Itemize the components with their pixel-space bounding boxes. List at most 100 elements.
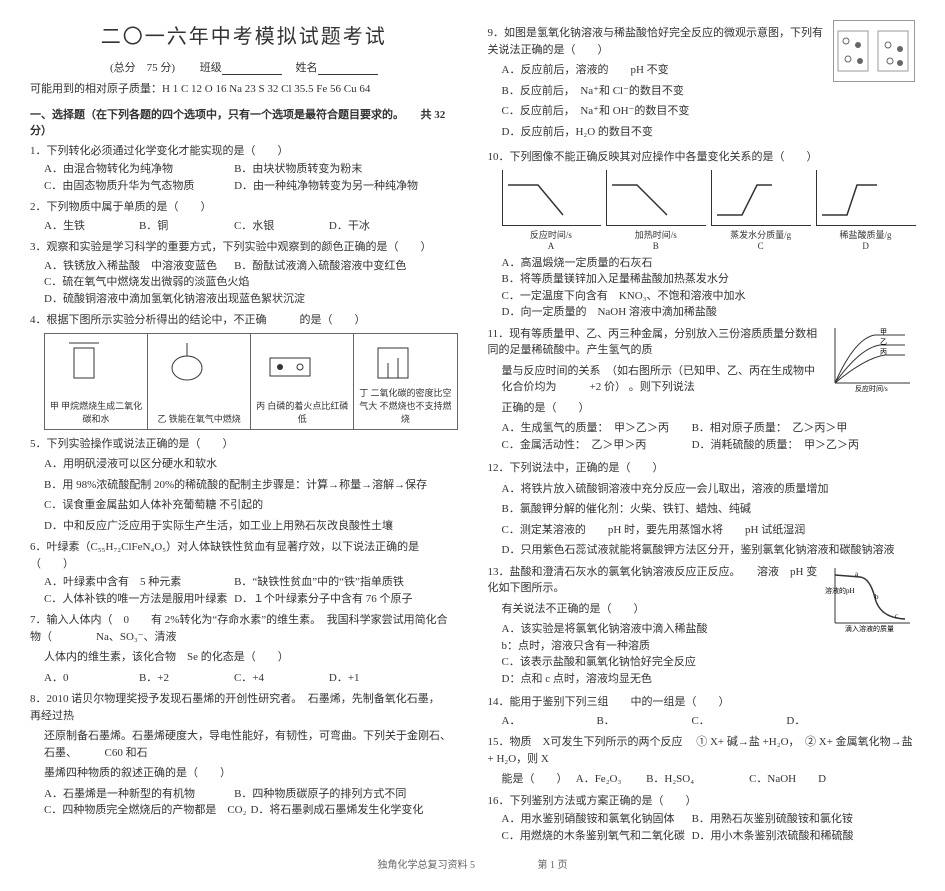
q6-B: B．“缺铁性贫血”中的“铁”指单质铁	[234, 574, 420, 591]
q3-B: B．酚酞试液滴入硫酸溶液中变红色	[234, 258, 420, 275]
q7-B: B．+2	[139, 670, 230, 687]
q10-capD: D	[816, 241, 915, 251]
q10-labC: 蒸发水分质量/g	[711, 228, 810, 241]
svg-text:c: c	[895, 612, 898, 620]
q4-cell-2: 丙 白磷的着火点比红磷低	[251, 334, 354, 429]
q9-B: B．反应前后， Na⁺和 Cl⁻的数目不变	[502, 83, 916, 100]
q16-stem: 16．下列鉴别方法或方案正确的是（ ）	[488, 793, 916, 810]
q10-gD: 稀盐酸质量/g D	[816, 170, 915, 251]
q6-D: D．１个叶绿素分子中含有 76 个原子	[234, 591, 420, 608]
q11-A: A．生成氢气的质量： 甲＞乙＞丙	[502, 420, 688, 437]
q1-D: D．由一种纯净物转变为另一种纯净物	[234, 178, 420, 195]
candle-icon	[358, 338, 452, 386]
q8-line3: 墨烯四种物质的叙述正确的是（ ）	[44, 765, 458, 782]
flask-icon	[152, 338, 246, 386]
graph-B-icon	[606, 170, 706, 226]
q4-cap-2: 丙 白磷的着火点比红磷低	[255, 399, 349, 425]
ph-curve-icon: a b c 溶液的pH 滴入溶液的质量	[825, 563, 915, 633]
graph-D-icon	[816, 170, 916, 226]
q2-C: C．水银	[234, 218, 325, 235]
q4-cell-0: 甲 甲烷燃烧生成二氧化碳和水	[45, 334, 148, 429]
q9-D: D．反应前后，H₂O 的数目不变	[502, 124, 916, 141]
q12-A: A．将铁片放入硫酸铜溶液中充分反应一会儿取出，溶液的质量增加	[502, 481, 916, 498]
q2-B: B．铜	[139, 218, 230, 235]
q10-gB: 加热时间/s B	[606, 170, 705, 251]
q10-labD: 稀盐酸质量/g	[816, 228, 915, 241]
q7-line2: 人体内的维生素，该化合物 Se 的化态是（ ）	[44, 649, 458, 666]
atom-masses: 可能用到的相对原子质量：H 1 C 12 O 16 Na 23 S 32 Cl …	[30, 81, 458, 98]
q11-graph: 甲 乙 丙 反应时间/s	[825, 323, 915, 393]
q10-labA: 反应时间/s	[502, 228, 601, 241]
q16-C: C．用燃烧的木条鉴别氧气和二氧化碳	[502, 828, 688, 845]
right-column: 9．如图是氢氧化钠溶液与稀盐酸恰好完全反应的微观示意图，下列有关说法正确的是（ …	[488, 20, 916, 846]
q15-A: A．Fe₂O₃	[576, 773, 622, 785]
section-1-head: 一、选择题（在下列各题的四个选项中，只有一个选项是最符合题目要求的。 共 32 …	[30, 106, 458, 138]
page-footer: 独角化学总复习资料 5 第 1 页	[30, 856, 915, 871]
q11-B: B．相对原子质量： 乙＞丙＞甲	[692, 420, 878, 437]
q7-A: A．0	[44, 670, 135, 687]
q14-B: B．	[596, 713, 687, 730]
q1-A: A．由混合物转化为纯净物	[44, 161, 230, 178]
q5-B: B．用 98%浓硫酸配制 20%的稀硫酸的配制主步骤是：计算→称量→溶解→保存	[44, 477, 458, 494]
q8-D: D．将石墨剥成石墨烯发生化学变化	[250, 802, 436, 819]
q15-stem-text: 15．物质 X可发生下列所示的两个反应	[488, 736, 683, 748]
q10-gC: 蒸发水分质量/g C	[711, 170, 810, 251]
svg-text:滴入溶液的质量: 滴入溶液的质量	[845, 624, 894, 633]
q10-graphs: 反应时间/s A 加热时间/s B 蒸发水分质量/g C 稀盐酸质量/g D	[502, 170, 916, 251]
q3-D: D．硫酸铜溶液中滴加氢氧化钠溶液出现蓝色絮状沉淀	[44, 291, 305, 308]
q13-graph: a b c 溶液的pH 滴入溶液的质量	[825, 563, 915, 633]
q4-cell-1: 乙 铁能在氧气中燃烧	[148, 334, 251, 429]
q5-A: A．用明矾浸液可以区分硬水和软水	[44, 456, 458, 473]
curve-icon: 甲 乙 丙 反应时间/s	[825, 323, 915, 393]
q12-D: D．只用紫色石蕊试液就能将氯酸钾方法区分开，鉴别氯氧化钠溶液和碳酸钠溶液	[502, 542, 916, 559]
q4-stem: 4．根据下图所示实验分析得出的结论中，不正确 的是（ ）	[30, 312, 458, 329]
beaker-icon	[49, 338, 143, 386]
q2-stem: 2．下列物质中属于单质的是（ ）	[30, 199, 458, 216]
q12-C: C．测定某溶液的 pH 时，要先用蒸馏水将 pH 试纸湿润	[502, 522, 916, 539]
q10-capB: B	[606, 241, 705, 251]
svg-text:丙: 丙	[880, 348, 887, 356]
q4-cap-1: 乙 铁能在氧气中燃烧	[152, 412, 246, 425]
q14-D: D．	[786, 713, 877, 730]
q10-gA: 反应时间/s A	[502, 170, 601, 251]
q3-A: A．铁锈放入稀盐酸 中溶液变蓝色	[44, 258, 230, 275]
q4-diagrams: 甲 甲烷燃烧生成二氧化碳和水 乙 铁能在氧气中燃烧 丙 白磷的着火点比红磷低 丁…	[44, 333, 458, 430]
q16-D: D．用小木条鉴别浓硫酸和稀硫酸	[692, 828, 878, 845]
q8-line2: 还原制备石墨烯。石墨烯硬度大，导电性能好，有韧性，可弯曲。下列关于金刚石、石墨、…	[44, 728, 458, 761]
q10-A: A．高温煅烧一定质量的石灰石	[502, 255, 688, 272]
page-title: 二〇一六年中考模拟试题考试	[30, 20, 458, 49]
tube-icon	[255, 338, 349, 386]
class-label: 班级	[200, 62, 222, 74]
name-label: 姓名	[296, 62, 318, 74]
q12-B: B．氯酸钾分解的催化剂：火柴、铁钉、蜡烛、纯碱	[502, 501, 916, 518]
q4-cell-3: 丁 二氧化碳的密度比空气大 不燃烧也不支持燃烧	[354, 334, 456, 429]
q15-line2: 能是（ ） A．Fe₂O₃ B．H₂SO₄ C．NaOH D	[502, 771, 916, 788]
q6-stem: 6．叶绿素（C₅₅H₇₂ClFeN₄O₅）对人体缺铁性贫血有显著疗效，以下说法正…	[30, 539, 458, 572]
q2-D: D．干冰	[329, 218, 420, 235]
q9-C: C．反应前后， Na⁺和 OH⁻的数目不变	[502, 103, 916, 120]
q9-diagram	[833, 20, 915, 82]
q8-A: A．石墨烯是一种新型的有机物	[44, 786, 230, 803]
graph-C-icon	[711, 170, 811, 226]
q10-C: C．一定温度下向含有 KNO₃、不饱和溶液中加水	[502, 288, 746, 305]
q1-stem: 1．下列转化必须通过化学变化才能实现的是（ ）	[30, 143, 458, 160]
q8-B: B．四种物质碳原子的排列方式不同	[234, 786, 420, 803]
name-blank[interactable]	[318, 62, 378, 75]
subhead: (总分 75 分) 班级 姓名	[30, 59, 458, 75]
q12-stem: 12．下列说法中，正确的是（ ）	[488, 460, 916, 477]
q14-A: A．	[502, 713, 593, 730]
svg-text:溶液的pH: 溶液的pH	[825, 586, 855, 595]
q7-D: D．+1	[329, 670, 420, 687]
q10-B: B．将等质量镁锌加入足量稀盐酸加热蒸发水分	[502, 271, 729, 288]
reaction-micro-icon	[834, 21, 914, 81]
q7-C: C．+4	[234, 670, 325, 687]
class-blank[interactable]	[222, 62, 282, 75]
q6-A: A．叶绿素中含有 5 种元素	[44, 574, 230, 591]
q8-C: C．四种物质完全燃烧后的产物都是 CO₂	[44, 802, 246, 819]
q10-stem: 10．下列图像不能正确反映其对应操作中各量变化关系的是（ ）	[488, 149, 916, 166]
q1-C: C．由固态物质升华为气态物质	[44, 178, 230, 195]
q10-capC: C	[711, 241, 810, 251]
footer-left: 独角化学总复习资料 5	[378, 860, 476, 871]
q11-line3: 正确的是（ ）	[502, 400, 916, 417]
q13-A: A．该实验是将氯氧化钠溶液中滴入稀盐酸	[502, 621, 708, 638]
